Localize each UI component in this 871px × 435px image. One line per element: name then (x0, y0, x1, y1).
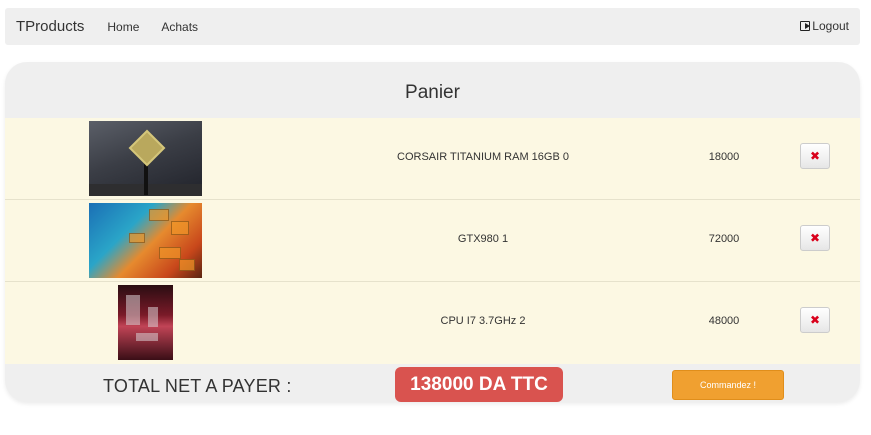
panel-title: Panier (405, 82, 460, 103)
total-label: TOTAL NET A PAYER : (103, 376, 292, 396)
cart-panel: Panier CORSAIR TITANIUM RAM 16GB 0 18000… (5, 62, 860, 402)
product-name: CORSAIR TITANIUM RAM 16GB 0 (397, 151, 569, 163)
logout-link[interactable]: Logout (800, 19, 849, 33)
product-name: CPU I7 3.7GHz 2 (440, 315, 526, 327)
product-image (89, 203, 202, 278)
product-image (118, 285, 173, 360)
order-button[interactable]: Commandez ! (672, 370, 784, 400)
product-name: GTX980 1 (457, 233, 509, 245)
remove-button[interactable]: ✖ (800, 225, 830, 251)
cart-row: CPU I7 3.7GHz 2 48000 ✖ (5, 282, 860, 364)
logout-label: Logout (812, 19, 849, 33)
x-icon: ✖ (809, 231, 821, 245)
nav-link-home[interactable]: Home (107, 20, 139, 34)
total-bar: TOTAL NET A PAYER : 138000 DA TTC Comman… (5, 362, 860, 402)
brand-link[interactable]: TProducts (16, 18, 84, 35)
navbar: TProducts Home Achats Logout (5, 8, 860, 45)
product-image (89, 121, 202, 196)
x-icon: ✖ (809, 149, 821, 163)
cart-row: GTX980 1 72000 ✖ (5, 200, 860, 282)
logout-icon (800, 21, 811, 31)
remove-button[interactable]: ✖ (800, 143, 830, 169)
product-price: 48000 (708, 315, 740, 327)
total-badge: 138000 DA TTC (395, 367, 563, 402)
x-icon: ✖ (809, 313, 821, 327)
nav-link-achats[interactable]: Achats (161, 20, 198, 34)
product-price: 72000 (708, 233, 740, 245)
cart-row: CORSAIR TITANIUM RAM 16GB 0 18000 ✖ (5, 118, 860, 200)
remove-button[interactable]: ✖ (800, 307, 830, 333)
product-price: 18000 (708, 151, 740, 163)
